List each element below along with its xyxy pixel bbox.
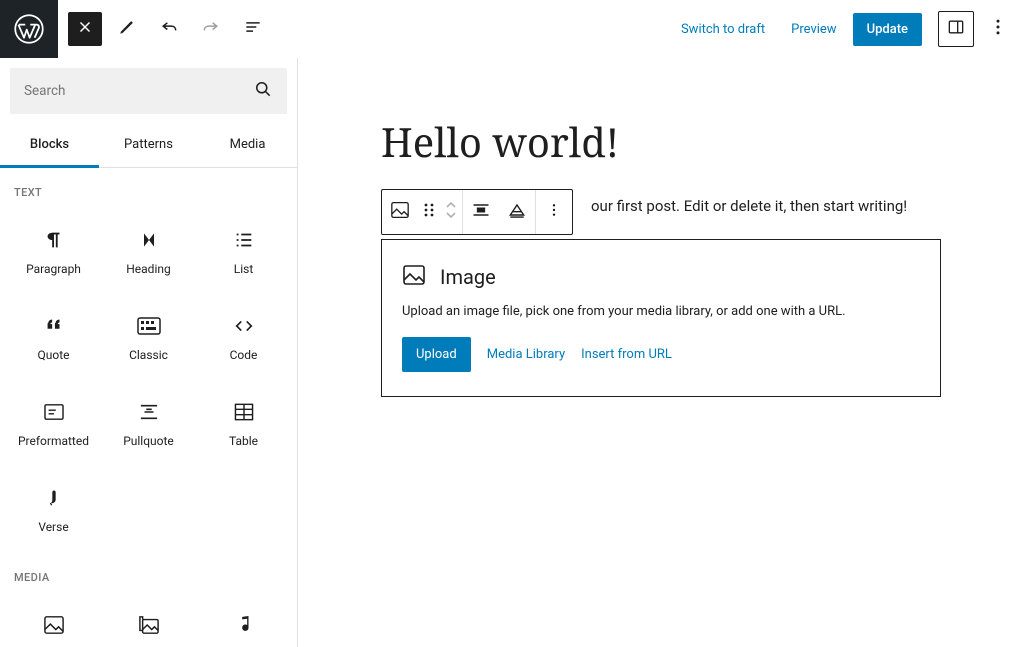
block-verse[interactable]: Verse (6, 467, 101, 553)
align-icon (471, 201, 491, 223)
block-type-button[interactable] (382, 190, 418, 234)
code-icon (232, 314, 256, 338)
options-menu-button[interactable] (980, 11, 1016, 47)
sidebar-panel-icon (946, 17, 966, 41)
more-vertical-icon (988, 17, 1008, 41)
block-options-button[interactable] (536, 190, 572, 234)
update-button[interactable]: Update (853, 13, 922, 46)
classic-icon (137, 314, 161, 338)
block-heading-label: Heading (126, 262, 171, 276)
list-icon (232, 228, 256, 252)
block-list[interactable]: List (196, 209, 291, 295)
inserter-search[interactable] (10, 68, 287, 114)
pullquote-icon (137, 400, 161, 424)
image-block-placeholder[interactable]: Image Upload an image file, pick one fro… (381, 239, 941, 397)
paragraph-with-toolbar: our first post. Edit or delete it, then … (381, 189, 941, 225)
block-preformatted-label: Preformatted (18, 434, 89, 448)
image-block-title: Image (440, 265, 496, 289)
drag-icon (423, 202, 435, 222)
block-quote-label: Quote (37, 348, 69, 362)
block-quote[interactable]: Quote (6, 295, 101, 381)
image-icon (42, 613, 66, 637)
quote-icon (42, 314, 66, 338)
inserter-block-list[interactable]: Text Paragraph Heading List Quote (0, 168, 297, 647)
tab-media[interactable]: Media (198, 124, 297, 167)
preformatted-icon (42, 400, 66, 424)
image-icon (402, 264, 440, 290)
close-icon (76, 18, 94, 40)
tab-patterns[interactable]: Patterns (99, 124, 198, 167)
upload-button[interactable]: Upload (402, 337, 471, 372)
inserter-tabs: Blocks Patterns Media (0, 124, 297, 168)
drag-handle[interactable] (418, 190, 440, 234)
close-inserter-button[interactable] (68, 12, 102, 46)
chevron-updown-icon (445, 199, 457, 225)
preview-button[interactable]: Preview (781, 14, 846, 45)
block-code[interactable]: Code (196, 295, 291, 381)
block-image[interactable]: Image (6, 594, 101, 647)
document-overview-button[interactable] (236, 12, 270, 46)
settings-panel-toggle[interactable] (938, 11, 974, 47)
redo-button[interactable] (194, 12, 228, 46)
paragraph-text-tail[interactable]: our first post. Edit or delete it, then … (591, 197, 907, 215)
image-icon (390, 201, 410, 223)
editor-top-toolbar: Switch to draft Preview Update (0, 0, 1024, 58)
search-input[interactable] (24, 83, 253, 99)
move-arrows[interactable] (440, 190, 462, 234)
caption-icon (507, 201, 527, 223)
heading-icon (137, 228, 161, 252)
block-list-label: List (234, 262, 254, 276)
undo-icon (159, 17, 179, 41)
search-icon (253, 79, 273, 103)
tools-button[interactable] (110, 12, 144, 46)
switch-to-draft-button[interactable]: Switch to draft (671, 14, 775, 45)
block-paragraph-label: Paragraph (26, 262, 81, 276)
editor-canvas-scroll[interactable]: Hello world! (298, 58, 1024, 647)
caption-button[interactable] (499, 190, 535, 234)
block-preformatted[interactable]: Preformatted (6, 381, 101, 467)
block-code-label: Code (230, 348, 258, 362)
image-block-actions: Upload Media Library Insert from URL (402, 337, 920, 372)
more-vertical-icon (546, 201, 562, 223)
verse-icon (42, 486, 66, 510)
wordpress-logo[interactable] (0, 0, 58, 58)
paragraph-icon (42, 228, 66, 252)
gallery-icon (137, 613, 161, 637)
block-verse-label: Verse (38, 520, 68, 534)
tab-blocks[interactable]: Blocks (0, 124, 99, 168)
topbar-right-tools: Switch to draft Preview Update (671, 11, 1016, 47)
post-title[interactable]: Hello world! (381, 114, 941, 169)
editor-canvas: Hello world! (341, 58, 981, 453)
media-library-button[interactable]: Media Library (487, 347, 565, 362)
block-classic-label: Classic (129, 348, 168, 362)
block-gallery[interactable]: Gallery (101, 594, 196, 647)
audio-icon (232, 613, 256, 637)
undo-button[interactable] (152, 12, 186, 46)
block-heading[interactable]: Heading (101, 209, 196, 295)
block-audio[interactable]: Audio (196, 594, 291, 647)
block-inserter-panel: Blocks Patterns Media Text Paragraph Hea… (0, 58, 298, 647)
insert-from-url-button[interactable]: Insert from URL (581, 347, 672, 362)
table-icon (232, 400, 256, 424)
category-media-label: Media (0, 553, 297, 594)
block-toolbar (381, 189, 573, 235)
image-block-description: Upload an image file, pick one from your… (402, 304, 920, 319)
topbar-left-tools (58, 12, 270, 46)
block-pullquote-label: Pullquote (123, 434, 174, 448)
image-block-header: Image (402, 264, 920, 290)
block-table-label: Table (229, 434, 258, 448)
block-table[interactable]: Table (196, 381, 291, 467)
redo-icon (201, 17, 221, 41)
category-text-label: Text (0, 168, 297, 209)
block-pullquote[interactable]: Pullquote (101, 381, 196, 467)
pencil-icon (117, 17, 137, 41)
block-classic[interactable]: Classic (101, 295, 196, 381)
align-button[interactable] (463, 190, 499, 234)
block-paragraph[interactable]: Paragraph (6, 209, 101, 295)
list-view-icon (243, 17, 263, 41)
